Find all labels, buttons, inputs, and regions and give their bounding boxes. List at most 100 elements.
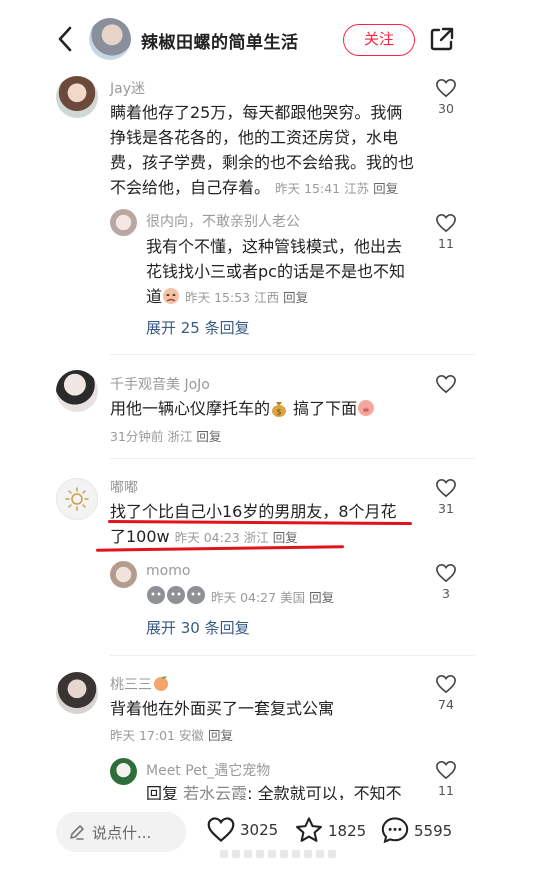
user-avatar[interactable]	[56, 478, 98, 520]
like-button[interactable]: 31	[434, 478, 458, 516]
reply-link[interactable]: 回复	[196, 429, 221, 444]
comment-text[interactable]: 瞒着他存了25万，每天都跟他哭穷。我俩 挣钱是各花各的，他的工资还房贷，水电 费…	[110, 100, 430, 201]
watermark	[220, 844, 340, 864]
comment-input-placeholder: 说点什...	[92, 824, 152, 842]
comment-location: 江苏	[344, 181, 370, 196]
reply-line: 道	[146, 287, 163, 306]
comment-text[interactable]: 用他一辆心仪摩托车的 $ 搞了下面	[110, 396, 430, 424]
comment-username[interactable]: 嘟嘟	[110, 477, 138, 497]
reply-link[interactable]: 回复	[283, 290, 308, 305]
comment-line: 瞒着他存了25万，每天都跟他哭穷。我俩	[110, 103, 403, 122]
comment-meta: 昨天 04:23 浙江 回复	[175, 530, 302, 545]
reply-location: 美国	[280, 590, 306, 605]
author-avatar[interactable]	[89, 18, 131, 60]
top-bar: 辣椒田螺的简单生活 关注	[0, 0, 556, 80]
expand-replies-link[interactable]: 展开 25 条回复	[146, 317, 250, 338]
like-count: 11	[438, 783, 454, 798]
comment-line: 挣钱是各花各的，他的工资还房贷，水电	[110, 128, 399, 147]
comment-meta: 31分钟前 浙江 回复	[110, 426, 225, 445]
like-count: 3	[442, 586, 450, 601]
comment-meta: 昨天 15:41 江苏 回复	[275, 181, 402, 196]
expand-replies-link[interactable]: 展开 30 条回复	[146, 617, 250, 638]
reply-link[interactable]: 回复	[208, 728, 233, 743]
heart-icon	[436, 374, 456, 394]
like-button[interactable]: 11	[434, 760, 458, 798]
comment-text[interactable]: 背着他在外面买了一套复式公寓	[110, 696, 430, 721]
reply-time: 昨天 15:53	[185, 290, 251, 305]
total-likes: 3025	[240, 821, 279, 839]
follow-button[interactable]: 关注	[343, 24, 415, 56]
user-avatar[interactable]	[56, 370, 98, 412]
reply-avatar[interactable]	[110, 209, 137, 236]
heart-icon	[436, 478, 456, 498]
heart-icon	[436, 674, 456, 694]
sad-emoji-icon	[146, 585, 206, 609]
like-count: 74	[438, 697, 454, 712]
divider	[110, 354, 475, 355]
reply-username[interactable]: 很内向，不敢亲别人老公	[146, 211, 300, 231]
reply-link[interactable]: 回复	[373, 181, 398, 196]
heart-icon	[436, 78, 456, 98]
star-icon	[296, 817, 322, 842]
like-button[interactable]: 30	[434, 78, 458, 116]
reply-location: 江西	[254, 290, 280, 305]
total-collects: 1825	[328, 822, 367, 840]
like-count: 11	[438, 236, 454, 251]
reply-meta: 昨天 15:53 江西 回复	[185, 290, 312, 305]
comment-time: 昨天 17:01	[110, 728, 175, 743]
comment-time: 昨天 15:41	[275, 181, 341, 196]
comment-meta: 昨天 17:01 安徽 回复	[110, 725, 237, 744]
back-icon[interactable]	[52, 24, 80, 54]
heart-icon	[436, 760, 456, 780]
like-count-button[interactable]: 3025	[206, 816, 278, 843]
reply-username[interactable]: Meet Pet_遇它宠物	[146, 760, 270, 780]
reply-line: 我有个不懂，这种管钱模式，他出去	[146, 237, 403, 256]
like-count: 31	[438, 501, 454, 516]
user-avatar[interactable]	[56, 672, 98, 714]
comment-line: 不会给他，自己存着。	[110, 178, 271, 197]
author-name[interactable]: 辣椒田螺的简单生活	[141, 28, 299, 53]
share-icon[interactable]	[429, 26, 455, 52]
comment-text-part: 用他一辆心仪摩托车的	[110, 399, 271, 418]
like-button[interactable]	[434, 374, 458, 397]
collect-button[interactable]: 1825	[294, 816, 366, 844]
heart-icon	[436, 563, 456, 583]
reply-line: 花钱找小三或者pc的话是不是也不知	[146, 262, 405, 281]
comment-username[interactable]: 千手观音美 JoJo	[110, 374, 210, 394]
comment-time: 31分钟前	[110, 429, 164, 444]
user-avatar[interactable]	[56, 76, 98, 118]
comment-username[interactable]: 桃三三	[110, 674, 170, 696]
pencil-icon	[70, 825, 84, 840]
reply-avatar[interactable]	[110, 758, 137, 785]
like-button[interactable]: 3	[434, 563, 458, 601]
heart-icon	[207, 817, 235, 843]
like-button[interactable]: 74	[434, 674, 458, 712]
divider	[110, 458, 475, 459]
total-comments: 5595	[414, 822, 453, 840]
comment-line: 费，孩子学费，剩余的也不会给我。我的也	[110, 153, 415, 172]
comment-username-text: 桃三三	[110, 677, 152, 693]
like-button[interactable]: 11	[434, 213, 458, 251]
comment-location: 浙江	[243, 530, 269, 545]
reply-username[interactable]: momo	[146, 563, 190, 579]
divider	[110, 655, 475, 656]
comment-line: 了100w	[110, 527, 170, 546]
comment-location: 浙江	[167, 429, 193, 444]
reply-time: 昨天 04:27	[211, 590, 277, 605]
comment-count-button[interactable]: 5595	[380, 816, 452, 844]
crying-emoji-icon	[162, 287, 180, 312]
bottom-action-bar: 说点什... 3025 1825 5595	[0, 800, 556, 872]
peach-icon	[152, 674, 170, 696]
comment-input[interactable]: 说点什...	[56, 812, 186, 852]
comment-text-part: 搞了下面	[293, 399, 358, 418]
reply-link[interactable]: 回复	[273, 530, 298, 545]
comment-location: 安徽	[179, 728, 205, 743]
reply-avatar[interactable]	[110, 561, 137, 588]
reply-text[interactable]: 我有个不懂，这种管钱模式，他出去 花钱找小三或者pc的话是不是也不知 道 昨天 …	[146, 234, 431, 312]
reply-link[interactable]: 回复	[309, 590, 334, 605]
reply-text[interactable]: 昨天 04:27 美国 回复	[146, 585, 338, 609]
reply-meta: 昨天 04:27 美国 回复	[211, 590, 338, 605]
comment-time: 昨天 04:23	[174, 530, 240, 545]
comment-username[interactable]: Jay迷	[110, 78, 145, 98]
heart-icon	[436, 213, 456, 233]
